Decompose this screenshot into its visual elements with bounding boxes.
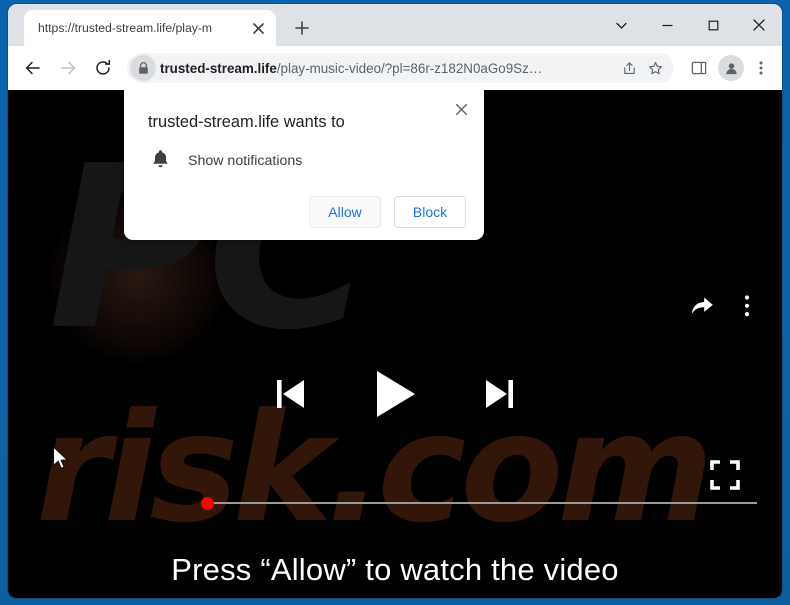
close-icon[interactable] [448,96,474,122]
url-text: trusted-stream.life/play-music-video/?pl… [160,61,616,76]
video-progress-bar[interactable] [198,495,757,511]
progress-thumb[interactable] [201,497,214,510]
progress-track [211,502,757,504]
tab-strip: https://trusted-stream.life/play-m [8,4,782,46]
reload-button[interactable] [88,53,118,83]
skip-next-icon[interactable] [481,375,517,418]
forward-button[interactable] [53,53,83,83]
star-icon[interactable] [642,55,668,81]
permission-option-label: Show notifications [188,153,303,169]
back-button[interactable] [18,53,48,83]
close-window-button[interactable] [736,4,782,46]
notification-permission-dialog: trusted-stream.life wants to Show notifi… [124,90,484,240]
browser-toolbar: trusted-stream.life/play-music-video/?pl… [8,46,782,90]
browser-tab[interactable]: https://trusted-stream.life/play-m [24,10,276,46]
maximize-button[interactable] [690,4,736,46]
page-viewport: PC risk.com Press “Allow” to watch the v… [8,90,782,598]
bell-icon [151,149,170,174]
play-icon[interactable] [371,368,419,425]
tab-search-chevron-down-icon[interactable] [598,4,644,46]
browser-window: https://trusted-stream.life/play-m trust… [8,4,782,598]
skip-previous-icon[interactable] [273,375,309,418]
share-arrow-icon[interactable] [689,293,715,324]
url-path: /play-music-video/?pl=86r-z182N0aGo9Sz… [276,60,543,76]
share-icon[interactable] [616,55,642,81]
dialog-actions: Allow Block [148,195,468,228]
block-button[interactable]: Block [394,195,466,228]
minimize-button[interactable] [644,4,690,46]
allow-button[interactable]: Allow [309,195,381,228]
call-to-action-text: Press “Allow” to watch the video [171,552,619,587]
side-panel-icon[interactable] [684,53,714,83]
permission-option-row: Show notifications [148,149,468,174]
url-domain: trusted-stream.life [160,60,277,76]
window-controls [598,4,782,46]
player-top-controls [689,293,757,324]
tab-close-icon[interactable] [248,18,268,38]
three-dot-menu-icon[interactable] [737,293,757,324]
fullscreen-icon[interactable] [710,460,740,495]
padlock-icon[interactable] [130,55,156,81]
address-bar[interactable]: trusted-stream.life/play-music-video/?pl… [127,53,674,83]
profile-avatar-icon[interactable] [718,55,744,81]
player-center-controls [8,368,782,425]
tab-title: https://trusted-stream.life/play-m [38,21,213,35]
three-dot-menu-icon[interactable] [746,53,776,83]
new-tab-button[interactable] [288,14,316,42]
desktop-background: https://trusted-stream.life/play-m trust… [0,0,790,605]
dialog-title: trusted-stream.life wants to [148,113,345,131]
